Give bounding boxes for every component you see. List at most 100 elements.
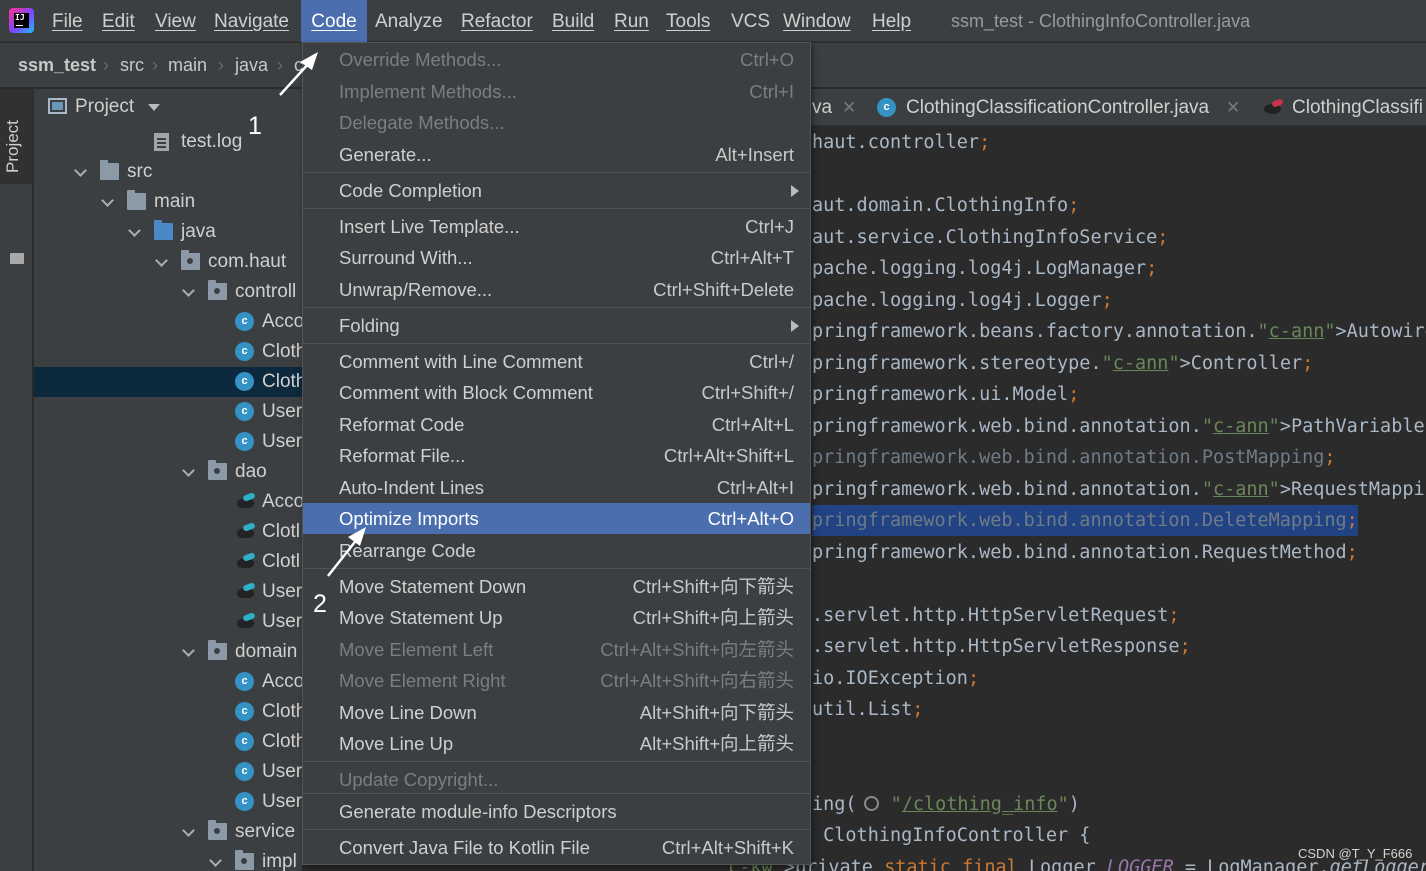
- menu-analyze[interactable]: Analyze: [375, 0, 443, 42]
- tab-clothing-classification-mapper[interactable]: ClothingClassifi: [1292, 89, 1423, 126]
- tree-item[interactable]: controll: [34, 277, 302, 307]
- menu-item-folding[interactable]: Folding: [303, 310, 810, 341]
- code-line[interactable]: .servlet.http.HttpServletRequest;: [812, 600, 1180, 631]
- chevron-down-icon[interactable]: [148, 104, 160, 111]
- menu-code[interactable]: Code: [301, 0, 367, 42]
- menu-item-reformat-file[interactable]: Reformat File... Ctrl+Alt+Shift+L: [303, 440, 810, 471]
- tree-item[interactable]: User: [34, 607, 302, 637]
- folder-icon[interactable]: [10, 253, 24, 264]
- menu-item-rearrange-code[interactable]: Rearrange Code: [303, 535, 810, 566]
- menu-item-override-methods[interactable]: Override Methods... Ctrl+O: [303, 44, 810, 75]
- code-line[interactable]: aut.domain.ClothingInfo;: [812, 190, 1079, 221]
- chevron-down-icon[interactable]: [209, 854, 222, 867]
- tree-item[interactable]: c Cloth: [34, 727, 302, 757]
- menu-item-surround-with[interactable]: Surround With... Ctrl+Alt+T: [303, 242, 810, 273]
- project-tool-tab[interactable]: Project: [0, 89, 33, 184]
- code-line[interactable]: pache.logging.log4j.LogManager;: [812, 253, 1157, 284]
- tree-item[interactable]: java: [34, 217, 302, 247]
- breadcrumb-src[interactable]: src: [120, 43, 144, 88]
- menu-view[interactable]: View: [155, 0, 196, 42]
- menu-vcs[interactable]: VCS: [731, 0, 770, 42]
- menu-item-comment-with-line-comment[interactable]: Comment with Line Comment Ctrl+/: [303, 346, 810, 377]
- menu-window[interactable]: Window: [783, 0, 851, 42]
- tree-item[interactable]: c User: [34, 427, 302, 457]
- code-line-selected[interactable]: pringframework.web.bind.annotation.Delet…: [812, 505, 1358, 536]
- menu-item-unwrap-remove[interactable]: Unwrap/Remove... Ctrl+Shift+Delete: [303, 274, 810, 305]
- menu-item-optimize-imports[interactable]: Optimize Imports Ctrl+Alt+O: [303, 503, 810, 534]
- menu-item-delegate-methods[interactable]: Delegate Methods...: [303, 107, 810, 138]
- menu-item-generate-module-info-descriptors[interactable]: Generate module-info Descriptors: [303, 796, 810, 827]
- chevron-down-icon[interactable]: [155, 254, 168, 267]
- tree-item[interactable]: c Cloth: [34, 697, 302, 727]
- tree-item[interactable]: Clotl: [34, 517, 302, 547]
- menu-item-move-element-right[interactable]: Move Element Right Ctrl+Alt+Shift+向右箭头: [303, 665, 810, 696]
- menu-item-convert-java-file-to-kotlin-file[interactable]: Convert Java File to Kotlin File Ctrl+Alt…: [303, 832, 810, 863]
- close-icon[interactable]: ✕: [1226, 89, 1240, 126]
- tree-item[interactable]: main: [34, 187, 302, 217]
- code-line[interactable]: util.List;: [812, 694, 923, 725]
- menu-item-reformat-code[interactable]: Reformat Code Ctrl+Alt+L: [303, 409, 810, 440]
- menu-item-move-element-left[interactable]: Move Element Left Ctrl+Alt+Shift+向左箭头: [303, 634, 810, 665]
- chevron-down-icon[interactable]: [182, 284, 195, 297]
- tree-item[interactable]: User: [34, 577, 302, 607]
- menu-item-move-statement-up[interactable]: Move Statement Up Ctrl+Shift+向上箭头: [303, 602, 810, 633]
- menu-build[interactable]: Build: [552, 0, 594, 42]
- tree-item[interactable]: c Cloth: [34, 367, 302, 397]
- code-line[interactable]: ClothingInfoController {: [812, 820, 1090, 851]
- breadcrumb-main[interactable]: main: [168, 43, 207, 88]
- project-panel-title[interactable]: Project: [75, 89, 134, 125]
- menu-item-implement-methods[interactable]: Implement Methods... Ctrl+I: [303, 76, 810, 107]
- tab-partial[interactable]: va: [812, 89, 832, 126]
- tree-item[interactable]: Acco: [34, 487, 302, 517]
- menu-tools[interactable]: Tools: [666, 0, 710, 42]
- tree-item[interactable]: c User: [34, 787, 302, 817]
- menu-item-generate[interactable]: Generate... Alt+Insert: [303, 139, 810, 170]
- code-line[interactable]: pringframework.stereotype."c-ann">Contro…: [812, 348, 1313, 379]
- tree-item[interactable]: Clotl: [34, 547, 302, 577]
- close-icon[interactable]: ✕: [842, 89, 856, 126]
- code-line[interactable]: aut.service.ClothingInfoService;: [812, 222, 1168, 253]
- menu-item-move-line-up[interactable]: Move Line Up Alt+Shift+向上箭头: [303, 728, 810, 759]
- code-line[interactable]: io.IOException;: [812, 663, 979, 694]
- code-line[interactable]: .servlet.http.HttpServletResponse;: [812, 631, 1191, 662]
- code-line[interactable]: ing("/clothing_info"): [812, 789, 1080, 820]
- code-line[interactable]: haut.controller;: [812, 127, 990, 158]
- menu-item-move-line-down[interactable]: Move Line Down Alt+Shift+向下箭头: [303, 697, 810, 728]
- chevron-down-icon[interactable]: [101, 194, 114, 207]
- intellij-logo-icon[interactable]: IJ: [9, 8, 34, 33]
- menu-item-auto-indent-lines[interactable]: Auto-Indent Lines Ctrl+Alt+I: [303, 472, 810, 503]
- tree-item[interactable]: c Acco: [34, 667, 302, 697]
- tree-item[interactable]: c Cloth: [34, 337, 302, 367]
- tree-item[interactable]: service: [34, 817, 302, 847]
- chevron-down-icon[interactable]: [128, 224, 141, 237]
- menu-item-insert-live-template[interactable]: Insert Live Template... Ctrl+J: [303, 211, 810, 242]
- chevron-down-icon[interactable]: [182, 644, 195, 657]
- code-line[interactable]: pringframework.web.bind.annotation."c-an…: [812, 474, 1426, 505]
- tree-item[interactable]: c Acco: [34, 307, 302, 337]
- menu-item-move-statement-down[interactable]: Move Statement Down Ctrl+Shift+向下箭头: [303, 571, 810, 602]
- tree-item[interactable]: com.haut: [34, 247, 302, 277]
- breadcrumb-project[interactable]: ssm_test: [18, 43, 96, 88]
- code-line-unused[interactable]: pringframework.web.bind.annotation.PostM…: [812, 442, 1336, 473]
- tree-item[interactable]: c User: [34, 757, 302, 787]
- menu-item-comment-with-block-comment[interactable]: Comment with Block Comment Ctrl+Shift+/: [303, 377, 810, 408]
- code-line[interactable]: pringframework.ui.Model;: [812, 379, 1079, 410]
- tree-item[interactable]: src: [34, 157, 302, 187]
- tree-item[interactable]: dao: [34, 457, 302, 487]
- tree-item[interactable]: c User: [34, 397, 302, 427]
- menu-file[interactable]: File: [52, 0, 83, 42]
- code-line[interactable]: pringframework.web.bind.annotation.Reque…: [812, 537, 1358, 568]
- tree-item[interactable]: impl: [34, 847, 302, 871]
- chevron-down-icon[interactable]: [182, 824, 195, 837]
- menu-navigate[interactable]: Navigate: [214, 0, 289, 42]
- code-line[interactable]: pache.logging.log4j.Logger;: [812, 285, 1113, 316]
- tab-clothing-classification-controller[interactable]: ClothingClassificationController.java: [906, 89, 1209, 126]
- chevron-down-icon[interactable]: [182, 464, 195, 477]
- tree-item[interactable]: domain: [34, 637, 302, 667]
- code-line[interactable]: pringframework.beans.factory.annotation.…: [812, 316, 1426, 347]
- chevron-down-icon[interactable]: [74, 164, 87, 177]
- menu-help[interactable]: Help: [872, 0, 911, 42]
- menu-item-update-copyright[interactable]: Update Copyright...: [303, 764, 810, 795]
- menu-run[interactable]: Run: [614, 0, 649, 42]
- menu-refactor[interactable]: Refactor: [461, 0, 533, 42]
